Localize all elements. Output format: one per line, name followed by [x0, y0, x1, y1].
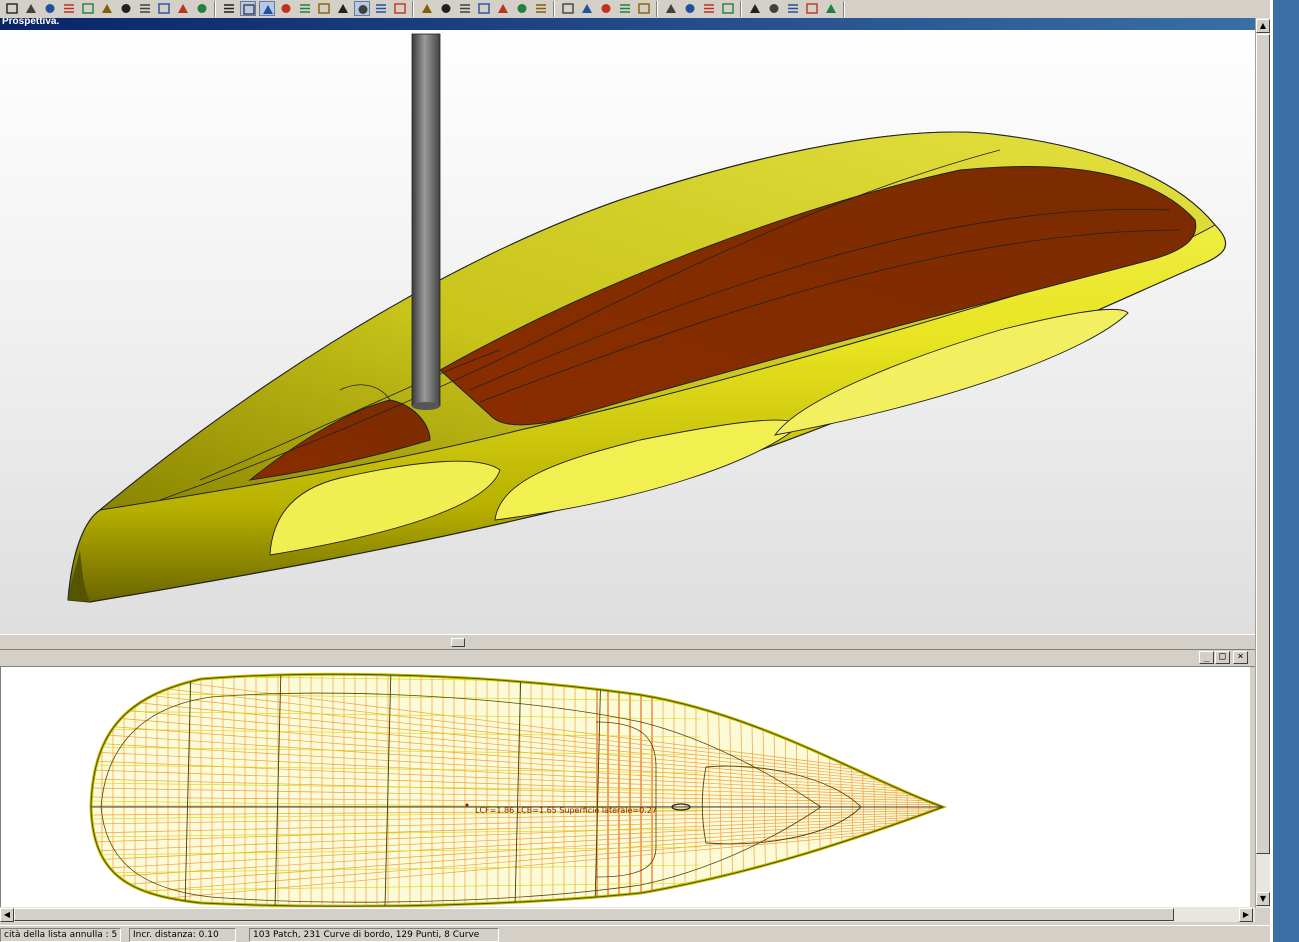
scroll-down-arrow-icon[interactable]: ▼	[1256, 892, 1270, 906]
perspective-viewport[interactable]: Prospettiva.	[0, 18, 1255, 634]
grid-icon[interactable]	[221, 1, 237, 16]
mast-base	[412, 402, 440, 410]
status-model-summary: 103 Patch, 231 Curve di bordo, 129 Punti…	[249, 928, 499, 942]
viewport-splitter[interactable]	[0, 634, 1255, 650]
curve-icon[interactable]	[240, 1, 256, 16]
layers-icon[interactable]	[335, 1, 351, 16]
shaded-icon[interactable]	[278, 1, 294, 16]
view-front-icon[interactable]	[560, 1, 576, 16]
stack-icon[interactable]	[373, 1, 389, 16]
flag-icon[interactable]	[99, 1, 115, 16]
viewport-title-bar: Prospettiva.	[0, 18, 1255, 30]
mast	[411, 33, 441, 407]
lock-icon[interactable]	[137, 1, 153, 16]
edit-icon[interactable]	[476, 1, 492, 16]
link-icon[interactable]	[156, 1, 172, 16]
paste-icon[interactable]	[720, 1, 736, 16]
vertical-scroll-thumb[interactable]	[1256, 34, 1270, 854]
horizontal-scrollbar[interactable]: ◀ ▶	[0, 907, 1255, 922]
point-icon[interactable]	[4, 1, 20, 16]
hull-perspective-render[interactable]	[0, 30, 1255, 634]
print-icon[interactable]	[747, 1, 763, 16]
plug-icon[interactable]	[533, 1, 549, 16]
calc-icon[interactable]	[766, 1, 782, 16]
mesh-line	[915, 674, 921, 907]
arrow-icon[interactable]	[80, 1, 96, 16]
scroll-right-arrow-icon[interactable]: ▶	[1239, 908, 1253, 922]
undo-icon[interactable]	[636, 1, 652, 16]
horizontal-scroll-thumb[interactable]	[14, 908, 1174, 921]
toolbar-separator	[656, 1, 658, 17]
bezier-icon[interactable]	[495, 1, 511, 16]
close-file-icon[interactable]	[785, 1, 801, 16]
redo-icon[interactable]	[663, 1, 679, 16]
hull-plan-wireframe[interactable]	[1, 667, 1250, 907]
pen-icon[interactable]	[457, 1, 473, 16]
close-button[interactable]: ×	[1233, 651, 1248, 664]
minimize-button[interactable]: _	[1199, 651, 1214, 664]
splitter-handle[interactable]	[451, 638, 465, 647]
status-bar: cità della lista annulla : 5 Incr. dista…	[0, 925, 1270, 942]
plan-viewport[interactable]: LCF=1.86 LCB=1.65 Superficie laterale=0.…	[0, 667, 1250, 907]
rotate-icon[interactable]	[42, 1, 58, 16]
phone-icon[interactable]	[682, 1, 698, 16]
mesh-icon[interactable]	[259, 1, 275, 16]
toolbar-separator	[843, 1, 845, 17]
desktop-background	[1270, 0, 1299, 942]
shield-dark-icon[interactable]	[823, 1, 839, 16]
sphere-icon[interactable]	[316, 1, 332, 16]
lcb-marker	[465, 803, 469, 807]
wire-icon[interactable]	[297, 1, 313, 16]
toolbar-separator	[412, 1, 414, 17]
cut-icon[interactable]	[701, 1, 717, 16]
toolbar-separator	[214, 1, 216, 17]
scroll-left-arrow-icon[interactable]: ◀	[0, 908, 14, 922]
window-edge	[1270, 0, 1273, 942]
main-toolbar	[0, 0, 1255, 19]
mesh-line	[904, 674, 910, 907]
hydrostatic-readout: LCF=1.86 LCB=1.65 Superficie laterale=0.…	[475, 806, 657, 815]
shield-blue-icon[interactable]	[804, 1, 820, 16]
lines-icon[interactable]	[354, 1, 370, 16]
zoom-icon[interactable]	[419, 1, 435, 16]
transform-icon[interactable]	[194, 1, 210, 16]
viewport-title: Prospettiva.	[2, 18, 60, 27]
cursor-icon[interactable]	[438, 1, 454, 16]
mesh-line	[937, 674, 943, 907]
plan-view-titlebar: _ □ ×	[0, 650, 1255, 667]
toolbar-separator	[553, 1, 555, 17]
status-distance-increment: Incr. distanza: 0.10	[129, 928, 236, 942]
scroll-up-arrow-icon[interactable]: ▲	[1256, 19, 1270, 33]
hand-icon[interactable]	[61, 1, 77, 16]
move-point-icon[interactable]	[118, 1, 134, 16]
status-undo-capacity: cità della lista annulla : 5	[0, 928, 121, 942]
table-icon[interactable]	[392, 1, 408, 16]
spiral-icon[interactable]	[514, 1, 530, 16]
view-persp-icon[interactable]	[617, 1, 633, 16]
move-icon[interactable]	[23, 1, 39, 16]
node-icon[interactable]	[175, 1, 191, 16]
view-side-icon[interactable]	[579, 1, 595, 16]
toolbar-separator	[740, 1, 742, 17]
view-top-icon[interactable]	[598, 1, 614, 16]
maximize-button[interactable]: □	[1215, 651, 1230, 664]
mesh-line	[926, 674, 932, 907]
vertical-scrollbar[interactable]: ▲ ▼	[1255, 18, 1270, 908]
